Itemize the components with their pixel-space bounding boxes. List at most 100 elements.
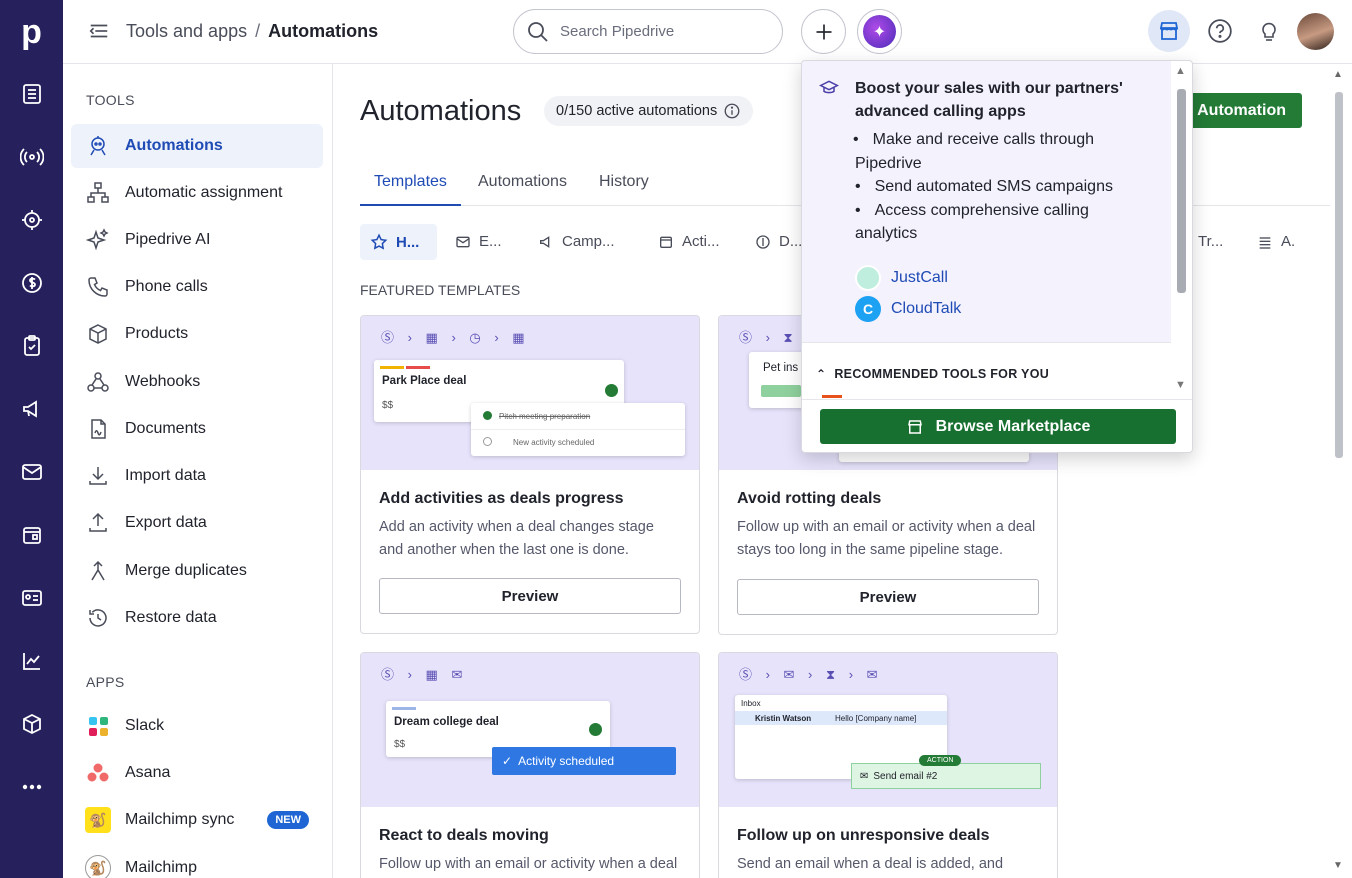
search-icon [528, 21, 548, 42]
add-automation-button[interactable]: Automation [1178, 93, 1302, 128]
filter-campaigns[interactable]: Camp... [538, 233, 615, 250]
sidebar-app-mailchimp-sync[interactable]: 🐒 Mailchimp sync NEW [71, 798, 323, 842]
deal-name: Pet ins [763, 362, 799, 374]
lightbulb-icon[interactable] [1257, 18, 1281, 49]
recommended-toggle[interactable]: ⌃ RECOMMENDED TOOLS FOR YOU [816, 367, 1049, 381]
sidebar-item-export-data[interactable]: Export data [71, 501, 323, 545]
template-description: Send an email when a deal is added, and [737, 856, 1004, 872]
browse-marketplace-button[interactable]: Browse Marketplace [820, 409, 1176, 444]
template-description: Follow up with an email or activity when… [379, 856, 678, 872]
sidebar-item-automatic-assignment[interactable]: Automatic assignment [71, 171, 323, 215]
sidebar-item-webhooks[interactable]: Webhooks [71, 360, 323, 404]
template-title: Follow up on unresponsive deals [737, 827, 990, 844]
new-badge: NEW [267, 811, 309, 829]
partner-justcall[interactable]: JustCall [855, 265, 948, 291]
target-icon[interactable] [0, 200, 63, 240]
campaigns-megaphone-icon[interactable] [0, 389, 63, 429]
promo-headline: Boost your sales with our partners' adva… [855, 80, 1123, 120]
filter-highlights[interactable]: H... [360, 224, 437, 260]
filter-truncated[interactable]: Tr... [1198, 233, 1223, 250]
pipedrive-logo[interactable]: p [0, 10, 63, 54]
automation-robot-icon [71, 134, 125, 158]
sidebar-item-phone-calls[interactable]: Phone calls [71, 265, 323, 309]
leads-broadcast-icon[interactable] [0, 137, 63, 177]
filter-label: Camp... [562, 233, 615, 250]
scroll-down-icon[interactable]: ▼ [1333, 860, 1343, 871]
marketplace-button[interactable] [1148, 10, 1190, 52]
info-icon[interactable] [723, 102, 741, 120]
sidebar-item-label: Pipedrive AI [125, 231, 211, 248]
check-icon: ✓ [502, 754, 513, 768]
webhook-icon [71, 370, 125, 394]
template-card: Ⓢ › ▦ › ◷ › ▦ Park Place deal $$ Pitch m… [360, 315, 700, 634]
insights-chart-icon[interactable] [0, 641, 63, 681]
template-description: Follow up with an email or activity when… [737, 519, 1036, 558]
partner-cloudtalk[interactable]: C CloudTalk [855, 296, 961, 322]
sidebar-item-import-data[interactable]: Import data [71, 454, 323, 498]
sidebar-item-label: Restore data [125, 609, 217, 626]
help-icon[interactable] [1207, 18, 1233, 49]
dollar-icon[interactable] [0, 263, 63, 303]
products-box-icon[interactable] [0, 704, 63, 744]
active-count-badge: 0/150 active automations [544, 96, 754, 126]
more-icon[interactable] [0, 767, 63, 807]
sidebar-item-label: Mailchimp [125, 859, 198, 876]
scroll-down-icon[interactable]: ▼ [1175, 379, 1186, 391]
deals-icon[interactable] [0, 74, 63, 114]
ai-assistant-button[interactable]: ✦ [857, 9, 902, 54]
activities-icon[interactable] [0, 326, 63, 366]
scroll-up-icon[interactable]: ▲ [1333, 69, 1343, 80]
inbox-label: Inbox [741, 699, 761, 708]
mail-icon[interactable] [0, 452, 63, 492]
activity-scheduled-toast: ✓ Activity scheduled [492, 747, 676, 775]
filter-label: H... [396, 233, 420, 251]
calendar-icon[interactable] [0, 515, 63, 555]
list-icon [1259, 236, 1271, 249]
activity-preview: Pitch meeting preparation New activity s… [471, 403, 685, 456]
filter-all[interactable]: A. [1257, 233, 1295, 250]
page-scrollbar[interactable] [1335, 92, 1343, 458]
sidebar-item-label: Mailchimp sync [125, 811, 235, 828]
tab-automations[interactable]: Automations [478, 173, 567, 191]
quick-add-button[interactable] [801, 9, 846, 54]
sidebar-app-asana[interactable]: Asana [71, 751, 323, 795]
popover-scrollbar[interactable] [1177, 89, 1186, 293]
filter-deals[interactable]: D... [755, 233, 802, 250]
sidebar-item-label: Import data [125, 467, 206, 484]
partner-link[interactable]: CloudTalk [891, 300, 961, 318]
search-input[interactable]: Search Pipedrive [513, 9, 783, 54]
scroll-up-icon[interactable]: ▲ [1175, 65, 1186, 77]
toast-text: Activity scheduled [518, 754, 615, 768]
breadcrumb-parent[interactable]: Tools and apps [126, 21, 247, 42]
preview-button[interactable]: Preview [737, 579, 1039, 615]
contacts-card-icon[interactable] [0, 578, 63, 618]
activity-new: New activity scheduled [513, 438, 595, 447]
marketplace-store-icon [1159, 22, 1179, 40]
template-card: Ⓢ › ✉ › ⧗ › ✉ Inbox Kristin Watson Hello… [718, 652, 1058, 878]
template-card: Ⓢ › ▦ ✉ Dream college deal $$ ✓ Activity … [360, 652, 700, 878]
filter-label: D... [779, 233, 803, 250]
sidebar-app-mailchimp[interactable]: 🐒 Mailchimp [71, 846, 323, 878]
step-icons: Ⓢ › ▦ › ◷ › ▦ [381, 330, 530, 345]
sidebar-app-slack[interactable]: Slack [71, 704, 323, 748]
sidebar-item-products[interactable]: Products [71, 312, 323, 356]
sidebar-item-pipedrive-ai[interactable]: Pipedrive AI [71, 218, 323, 262]
tab-templates[interactable]: Templates [360, 169, 461, 206]
action-badge: ACTION [919, 755, 962, 766]
send-email-text: Send email #2 [873, 770, 938, 782]
filter-email[interactable]: E... [455, 233, 502, 250]
sidebar-item-merge-duplicates[interactable]: Merge duplicates [71, 549, 323, 593]
preview-button[interactable]: Preview [379, 578, 681, 614]
menu-toggle-icon[interactable] [88, 20, 110, 47]
sidebar-item-label: Merge duplicates [125, 562, 247, 579]
sidebar-item-automations[interactable]: Automations [71, 124, 323, 168]
filter-activities[interactable]: Acti... [658, 233, 720, 250]
sidebar-item-restore-data[interactable]: Restore data [71, 596, 323, 640]
avatar[interactable] [1297, 13, 1334, 50]
top-bar: Tools and apps / Automations Search Pipe… [63, 0, 1352, 64]
assignment-nodes-icon [71, 181, 125, 205]
tab-history[interactable]: History [599, 173, 649, 191]
mail-icon [456, 236, 470, 247]
partner-link[interactable]: JustCall [891, 269, 948, 287]
sidebar-item-documents[interactable]: Documents [71, 407, 323, 451]
